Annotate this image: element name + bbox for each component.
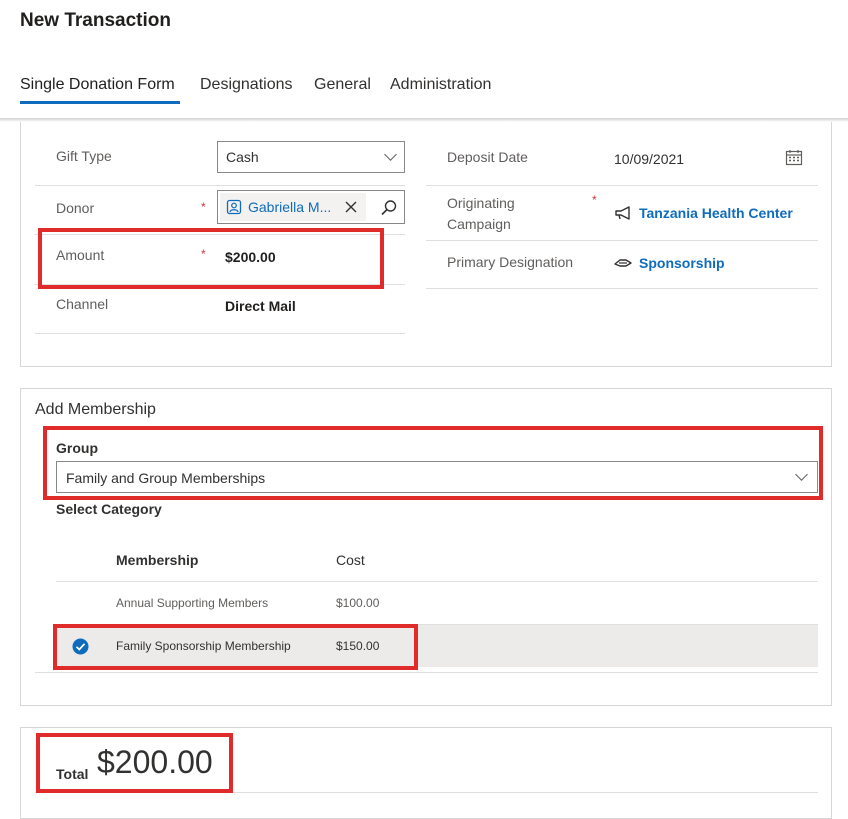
page-header: New Transaction Single Donation Form Des… [0,0,848,122]
originating-campaign-label: Originating Campaign [447,195,515,232]
group-select[interactable]: Family and Group Memberships [56,461,818,493]
tab-general[interactable]: General [314,76,371,94]
page-title: New Transaction [20,10,171,31]
primary-designation-label: Primary Designation [447,254,574,270]
row-divider [35,333,405,334]
tab-single-donation-form[interactable]: Single Donation Form [20,76,175,94]
membership-cost: $150.00 [336,639,380,653]
row-divider [426,185,818,186]
tab-administration[interactable]: Administration [390,76,491,94]
group-value: Family and Group Memberships [66,470,266,486]
deposit-date-label: Deposit Date [447,149,528,165]
search-icon[interactable] [380,199,398,217]
required-indicator: * [201,247,206,261]
required-indicator: * [201,200,206,214]
row-divider [35,672,818,673]
donor-value[interactable]: Gabriella M... [248,199,331,215]
donor-label: Donor [56,200,95,216]
row-divider [35,284,405,285]
primary-designation-link[interactable]: Sponsorship [639,255,725,271]
row-divider [35,234,405,235]
add-membership-section: Add Membership Group Family and Group Me… [20,388,832,706]
membership-cost: $100.00 [336,596,380,610]
channel-label: Channel [56,296,109,312]
donor-lookup[interactable]: Gabriella M... [217,190,405,224]
row-divider [426,288,818,289]
gift-type-value: Cash [226,149,259,165]
column-header-cost[interactable]: Cost [336,552,365,568]
chevron-down-icon [795,468,808,481]
checkmark-circle-icon[interactable] [72,638,89,655]
required-indicator: * [592,193,597,207]
megaphone-icon [615,206,630,220]
close-icon[interactable] [344,200,358,214]
column-header-membership[interactable]: Membership [116,552,198,568]
membership-name: Annual Supporting Members [116,596,269,610]
donation-details-section: Gift Type Cash Donor * Gabriella M... Am… [20,122,832,367]
table-row[interactable]: Annual Supporting Members $100.00 [56,582,818,624]
gift-type-label: Gift Type [56,148,112,164]
donor-tag[interactable]: Gabriella M... [220,193,366,221]
designation-icon [614,259,632,267]
membership-name: Family Sponsorship Membership [116,639,291,653]
deposit-date-value[interactable]: 10/09/2021 [614,151,684,167]
active-tab-indicator [20,101,180,104]
channel-value[interactable]: Direct Mail [225,298,296,314]
total-label: Total [56,766,89,782]
total-value: $200.00 [97,744,213,780]
amount-value[interactable]: $200.00 [225,249,276,265]
row-divider [426,240,818,241]
total-section: Total $200.00 [20,727,832,819]
gift-type-select[interactable]: Cash [217,141,405,173]
table-row-selected[interactable]: Family Sponsorship Membership $150.00 [56,625,818,667]
contact-icon [226,199,242,215]
originating-campaign-link[interactable]: Tanzania Health Center [639,205,793,221]
select-category-label: Select Category [56,501,162,517]
row-divider [35,792,818,793]
tab-designations[interactable]: Designations [200,76,293,94]
chevron-down-icon [384,148,397,161]
section-title: Add Membership [35,401,156,418]
amount-label: Amount [56,247,105,263]
group-label: Group [56,440,98,456]
row-divider [35,185,405,186]
calendar-icon[interactable] [785,149,803,166]
